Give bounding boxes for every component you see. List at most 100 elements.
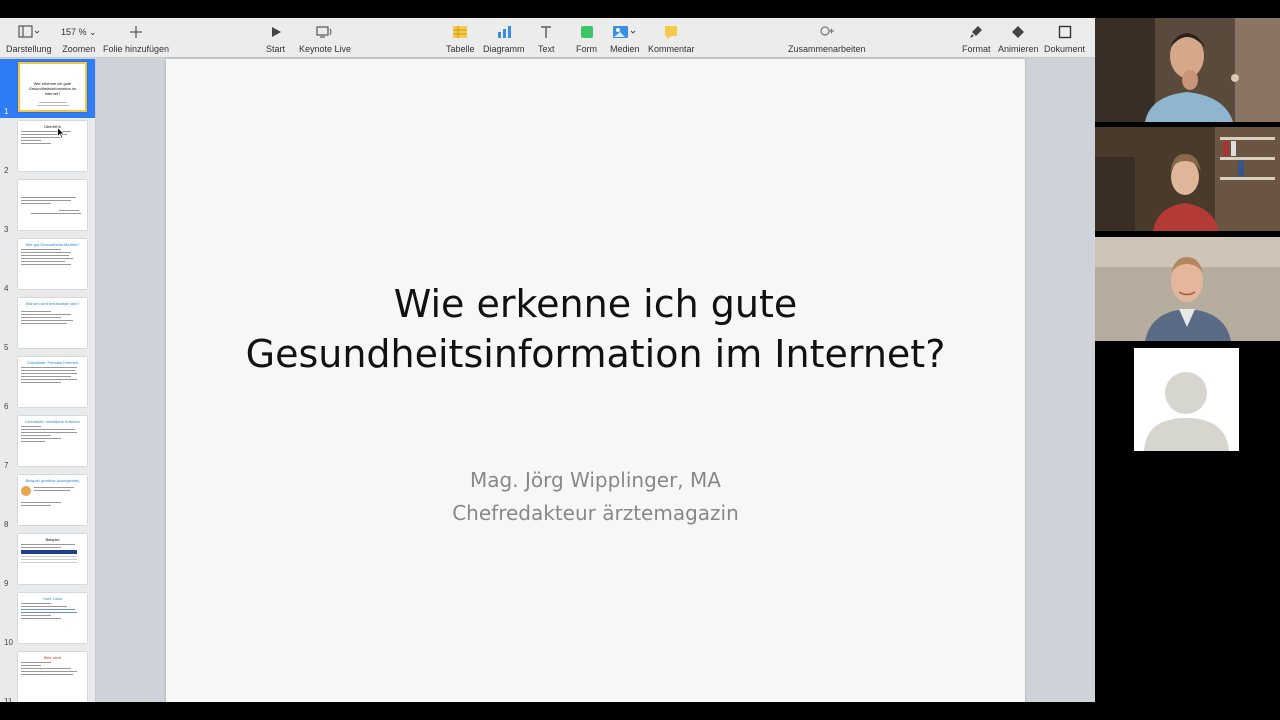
thumb-title: Checkliste: Inhaltliche Kriterien	[25, 419, 80, 424]
slide-thumbnail-2[interactable]: Überblick 2	[0, 118, 95, 177]
document-button[interactable]: Dokument	[1044, 21, 1085, 54]
comment-button[interactable]: Kommentar	[648, 21, 695, 54]
slide-thumbnail-10[interactable]: Gute Links 10	[0, 590, 95, 649]
text-button[interactable]: Text	[538, 21, 555, 54]
thumb-line	[21, 505, 51, 506]
slide-subtitle[interactable]: Mag. Jörg Wipplinger, MA Chefredakteur ä…	[166, 464, 1025, 530]
media-button[interactable]: Medien	[610, 21, 640, 54]
thumb-line	[21, 562, 77, 563]
slide-thumbnail-6[interactable]: Checkliste: Formale Kriterien 6	[0, 354, 95, 413]
slide-thumbnail-5[interactable]: Warum nicht entdeckbar sein? 5	[0, 295, 95, 354]
thumb-text	[34, 486, 84, 496]
mouse-cursor-icon	[57, 126, 66, 144]
thumb-image	[21, 486, 31, 496]
slide-title-line-2: Gesundheitsinformation im Internet?	[245, 332, 946, 376]
thumbnail-preview: Beispiel (positive Anzeigelinie)	[18, 475, 87, 525]
thumb-title: Warum nicht entdeckbar sein?	[25, 301, 80, 306]
slide-title[interactable]: Wie erkenne ich gute Gesundheitsinformat…	[166, 279, 1025, 379]
shape-label: Form	[576, 44, 597, 54]
shape-button[interactable]: Form	[576, 21, 597, 54]
zoom-button[interactable]: 157 % ⌄ Zoomen	[61, 21, 97, 55]
thumb-line	[21, 559, 77, 560]
format-button[interactable]: Format	[962, 21, 991, 54]
collaborate-button[interactable]: Zusammenarbeiten	[788, 21, 866, 54]
slide-title-line-1: Wie erkenne ich gute	[393, 282, 798, 326]
slide-thumbnail-3[interactable]: 3	[0, 177, 95, 236]
thumb-line	[21, 379, 77, 380]
thumb-line	[21, 140, 41, 141]
thumb-line	[21, 143, 51, 144]
slide-thumbnail-8[interactable]: Beispiel (positive Anzeigelinie) 8	[0, 472, 95, 531]
zoom-value-text: 157 %	[61, 27, 87, 37]
thumb-line	[21, 255, 69, 256]
thumb-body	[21, 486, 84, 496]
thumb-line	[21, 197, 76, 198]
zoom-label: Zoomen	[62, 44, 96, 54]
format-label: Format	[962, 44, 991, 54]
thumb-line	[21, 438, 61, 439]
slide-thumbnail-9[interactable]: Beispiel 9	[0, 531, 95, 590]
thumb-line	[59, 210, 79, 211]
participant-avatar-tile[interactable]	[1134, 348, 1239, 451]
thumb-line	[21, 674, 73, 675]
participant-video-3[interactable]	[1095, 237, 1280, 341]
thumb-line	[21, 665, 41, 666]
slide-thumbnail-4[interactable]: Wie gut Gesundheits-Medien? 4	[0, 236, 95, 295]
thumb-line	[21, 261, 65, 262]
thumb-line	[21, 432, 77, 433]
text-label: Text	[538, 44, 555, 54]
slide-number: 8	[4, 520, 9, 529]
thumbnail-preview: Wie erkenne ich gute Gesundheitsinformat…	[18, 62, 87, 112]
thumb-line	[21, 556, 77, 557]
thumb-title: Gute Links	[42, 596, 63, 601]
thumb-line	[21, 314, 71, 315]
slide-number: 7	[4, 461, 9, 470]
participant-video-2[interactable]	[1095, 127, 1280, 231]
thumb-line	[21, 426, 41, 427]
table-button[interactable]: Tabelle	[446, 21, 475, 54]
slide-thumbnail-7[interactable]: Checkliste: Inhaltliche Kriterien 7	[0, 413, 95, 472]
keynote-live-button[interactable]: Keynote Live	[299, 21, 351, 54]
chart-button[interactable]: Diagramm	[483, 21, 525, 54]
thumb-line	[21, 603, 51, 604]
slide-number: 10	[4, 638, 13, 647]
thumbnail-preview: Beispiel	[18, 534, 87, 584]
slide-canvas[interactable]: Wie erkenne ich gute Gesundheitsinformat…	[166, 59, 1025, 702]
play-icon	[270, 21, 282, 43]
thumb-line	[21, 502, 61, 503]
media-icon	[612, 21, 638, 43]
thumbnail-preview: Überblick	[18, 121, 87, 171]
slide-thumbnail-1[interactable]: Wie erkenne ich gute Gesundheitsinformat…	[0, 59, 95, 118]
thumb-line	[21, 662, 51, 663]
thumbnail-preview: Wie gut Gesundheits-Medien?	[18, 239, 87, 289]
thumb-line	[21, 317, 61, 318]
thumbnail-preview: Checkliste: Formale Kriterien	[18, 357, 87, 407]
slide-number: 2	[4, 166, 9, 175]
thumb-line	[34, 490, 70, 491]
document-label: Dokument	[1044, 44, 1086, 54]
thumb-line	[21, 137, 61, 138]
animate-button[interactable]: Animieren	[998, 21, 1039, 54]
view-button[interactable]: Darstellung	[6, 21, 52, 54]
media-label: Medien	[610, 44, 640, 54]
broadcast-icon	[315, 21, 335, 43]
slide-number: 4	[4, 284, 9, 293]
thumb-line	[38, 102, 67, 103]
text-icon	[539, 21, 553, 43]
toolbar: Darstellung 157 % ⌄ Zoomen Folie hinzufü…	[0, 18, 1095, 58]
play-button[interactable]: Start	[266, 21, 285, 54]
thumb-line	[21, 382, 61, 383]
add-slide-button[interactable]: Folie hinzufügen	[103, 21, 169, 54]
slide-number: 1	[4, 107, 9, 116]
participant-video-1[interactable]	[1095, 18, 1280, 122]
thumb-title: Checkliste: Formale Kriterien	[26, 360, 79, 365]
table-icon	[452, 21, 468, 43]
thumb-line	[21, 429, 75, 430]
slide-navigator[interactable]: Wie erkenne ich gute Gesundheitsinformat…	[0, 59, 96, 702]
slide-number: 11	[4, 697, 13, 702]
slide-thumbnail-11[interactable]: Bitte nicht 11	[0, 649, 95, 702]
thumb-line	[31, 213, 81, 214]
thumbnail-preview	[18, 180, 87, 230]
keynote-live-label: Keynote Live	[299, 44, 352, 54]
thumb-title: Beispiel (positive Anzeigelinie)	[25, 478, 80, 483]
